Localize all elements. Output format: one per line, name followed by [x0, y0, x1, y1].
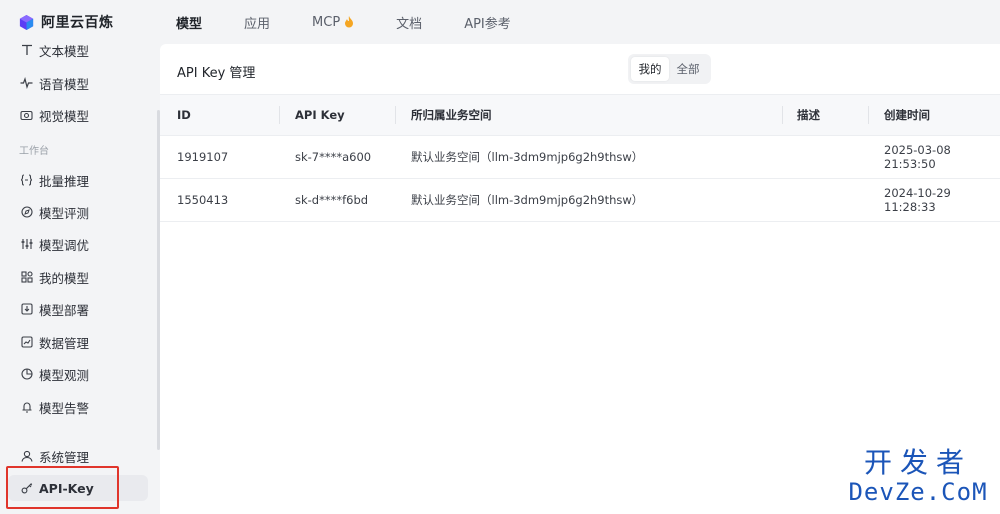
sidebar-item-label: 模型评测 [39, 205, 90, 221]
sidebar-item-label: 模型告警 [39, 400, 90, 416]
sliders-icon [20, 238, 33, 251]
column-divider[interactable] [279, 106, 280, 124]
sidebar-item-label: 语音模型 [39, 76, 90, 92]
sidebar-item-label: 批量推理 [39, 173, 90, 189]
sidebar-item-label: 模型观测 [39, 367, 90, 383]
page-title: API Key 管理 [177, 66, 256, 81]
column-divider[interactable] [782, 106, 783, 124]
sidebar-item-model-observe[interactable]: 模型观测 [8, 361, 148, 387]
brand-logo-icon [19, 14, 34, 30]
column-header-description: 描述 [797, 108, 820, 122]
sidebar: 文本模型 语音模型 视觉模型 工作台 批量推理 模型评测 模型调优 我的模型 模… [0, 36, 160, 514]
compass-icon [20, 206, 33, 219]
cell-workspace: 默认业务空间（llm-3dm9mjp6g2h9thsw） [411, 150, 644, 164]
braces-icon [20, 174, 33, 187]
cell-created-time: 2025-03-08 21:53:50 [884, 143, 951, 171]
sidebar-item-audio-models[interactable]: 语音模型 [8, 70, 148, 96]
column-header-workspace: 所归属业务空间 [411, 108, 492, 122]
cell-id: 1550413 [177, 193, 229, 207]
brand-logo[interactable]: 阿里云百炼 [18, 11, 114, 33]
column-divider[interactable] [868, 106, 869, 124]
deploy-icon [20, 303, 33, 316]
brand-name: 阿里云百炼 [41, 15, 114, 31]
cell-id: 1919107 [177, 150, 229, 164]
sidebar-item-model-alarm[interactable]: 模型告警 [8, 394, 148, 420]
nav-tab-label: 应用 [244, 16, 271, 32]
cell-api-key[interactable]: sk-7****a600 [295, 136, 371, 178]
cell-created-time: 2024-10-29 11:28:33 [884, 186, 951, 214]
audio-wave-icon [20, 77, 33, 90]
table-header: ID API Key 所归属业务空间 描述 创建时间 [160, 94, 1000, 136]
alarm-icon [20, 401, 33, 414]
pie-icon [20, 368, 33, 381]
nav-tab-apps[interactable]: 应用 [244, 13, 270, 32]
camera-icon [20, 109, 33, 122]
user-icon [20, 450, 33, 463]
nav-tab-docs[interactable]: 文档 [396, 13, 422, 32]
sidebar-item-label: 文本模型 [39, 43, 90, 59]
nav-tab-label: MCP [312, 14, 341, 30]
sidebar-item-batch-inference[interactable]: 批量推理 [8, 167, 148, 193]
nav-tab-label: 文档 [396, 16, 423, 32]
cell-workspace: 默认业务空间（llm-3dm9mjp6g2h9thsw） [411, 193, 644, 207]
main-panel: API Key 管理 我的 全部 ID API Key 所归属业务空间 描述 创… [160, 44, 1000, 514]
sidebar-item-model-eval[interactable]: 模型评测 [8, 199, 148, 225]
nav-tab-mcp[interactable]: MCP [312, 15, 354, 30]
nav-tab-label: 模型 [176, 16, 203, 32]
sidebar-item-model-tuning[interactable]: 模型调优 [8, 231, 148, 257]
sidebar-item-label: 视觉模型 [39, 108, 90, 124]
segment-all[interactable]: 全部 [669, 57, 707, 81]
watermark: 开发者 DevZe.CoM [843, 446, 993, 507]
watermark-line-1: 开发者 [863, 446, 972, 479]
sidebar-item-label: 模型部署 [39, 302, 90, 318]
nav-tab-label: API参考 [464, 16, 511, 32]
column-header-created-time: 创建时间 [884, 108, 930, 122]
table-row[interactable]: 1550413 sk-d****f6bd 默认业务空间（llm-3dm9mjp6… [160, 179, 1000, 222]
column-header-id: ID [177, 108, 191, 122]
annotation-highlight-box [6, 466, 119, 509]
sidebar-item-vision-models[interactable]: 视觉模型 [8, 102, 148, 128]
chart-icon [20, 336, 33, 349]
text-icon [20, 44, 33, 57]
flame-icon [345, 16, 354, 28]
scope-segmented-control: 我的 全部 [628, 54, 711, 84]
sidebar-item-model-deploy[interactable]: 模型部署 [8, 296, 148, 322]
table-row[interactable]: 1919107 sk-7****a600 默认业务空间（llm-3dm9mjp6… [160, 136, 1000, 179]
sidebar-item-text-models[interactable]: 文本模型 [8, 37, 148, 63]
nav-tab-models[interactable]: 模型 [176, 13, 202, 32]
column-divider[interactable] [395, 106, 396, 124]
column-header-api-key: API Key [295, 108, 345, 122]
segment-mine[interactable]: 我的 [631, 57, 669, 81]
grid-icon [20, 271, 33, 284]
nav-tab-api-ref[interactable]: API参考 [464, 13, 511, 32]
sidebar-item-label: 数据管理 [39, 335, 90, 351]
sidebar-item-label: 系统管理 [39, 449, 90, 465]
sidebar-section-workbench: 工作台 [19, 146, 49, 157]
sidebar-item-data-manage[interactable]: 数据管理 [8, 329, 148, 355]
watermark-line-2: DevZe.CoM [848, 478, 988, 506]
cell-api-key[interactable]: sk-d****f6bd [295, 179, 368, 221]
top-nav: 模型 应用 MCP 文档 API参考 [176, 0, 553, 44]
sidebar-item-label: 我的模型 [39, 270, 90, 286]
sidebar-item-my-models[interactable]: 我的模型 [8, 264, 148, 290]
sidebar-item-label: 模型调优 [39, 237, 90, 253]
